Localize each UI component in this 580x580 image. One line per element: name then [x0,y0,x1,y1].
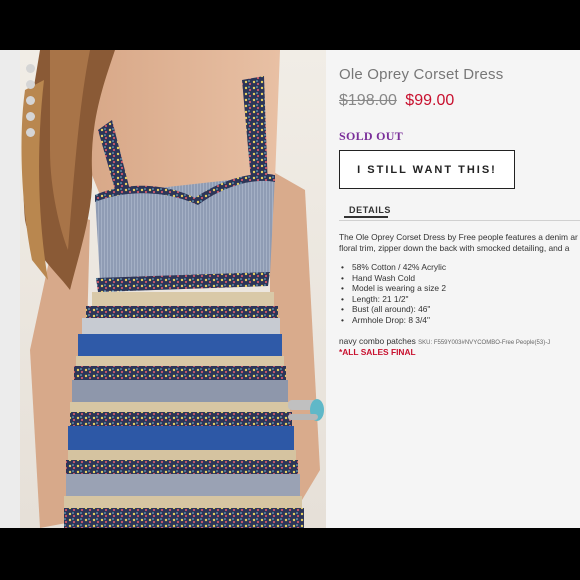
spec-item: Length: 21 1/2" [339,294,446,305]
carousel-dot[interactable] [26,128,35,137]
spec-item: Bust (all around): 46" [339,304,446,315]
final-sale-notice: *ALL SALES FINAL [339,347,416,357]
product-page-frame: Ole Oprey Corset Dress $198.00 $99.00 SO… [0,50,580,528]
spec-list: 58% Cotton / 42% Acrylic Hand Wash Cold … [339,262,446,325]
sale-price: $99.00 [405,92,455,109]
description-line: The Ole Oprey Corset Dress by Free peopl… [339,232,578,242]
left-edge-strip [0,50,20,528]
tab-active-indicator [344,216,388,218]
sold-out-label: SOLD OUT [339,129,404,143]
still-want-button[interactable]: I STILL WANT THIS! [339,150,515,189]
carousel-dot[interactable] [26,80,35,89]
tab-details[interactable]: DETAILS [349,205,391,215]
sku-code: SKU: F559Y003#NVYCOMBO-Free People(53)-J [418,340,551,346]
spec-item: Hand Wash Cold [339,273,446,284]
spec-item: Model is wearing a size 2 [339,283,446,294]
product-photo [20,50,326,528]
carousel-dot[interactable] [26,64,35,73]
spec-item: Armhole Drop: 8 3/4" [339,315,446,326]
color-name: navy combo patches [339,336,416,346]
carousel-dot[interactable] [26,96,35,105]
color-sku-line: navy combo patches SKU: F559Y003#NVYCOMB… [339,336,550,346]
product-description: The Ole Oprey Corset Dress by Free peopl… [339,232,580,254]
product-details-panel: Ole Oprey Corset Dress $198.00 $99.00 SO… [326,50,580,528]
product-title: Ole Oprey Corset Dress [339,66,504,83]
image-carousel-dots[interactable] [26,64,35,144]
price-block: $198.00 $99.00 [339,92,454,110]
spec-item: 58% Cotton / 42% Acrylic [339,262,446,273]
description-line: floral trim, zipper down the back with s… [339,243,570,253]
original-price: $198.00 [339,92,397,109]
tab-divider [339,220,580,221]
carousel-dot[interactable] [26,112,35,121]
